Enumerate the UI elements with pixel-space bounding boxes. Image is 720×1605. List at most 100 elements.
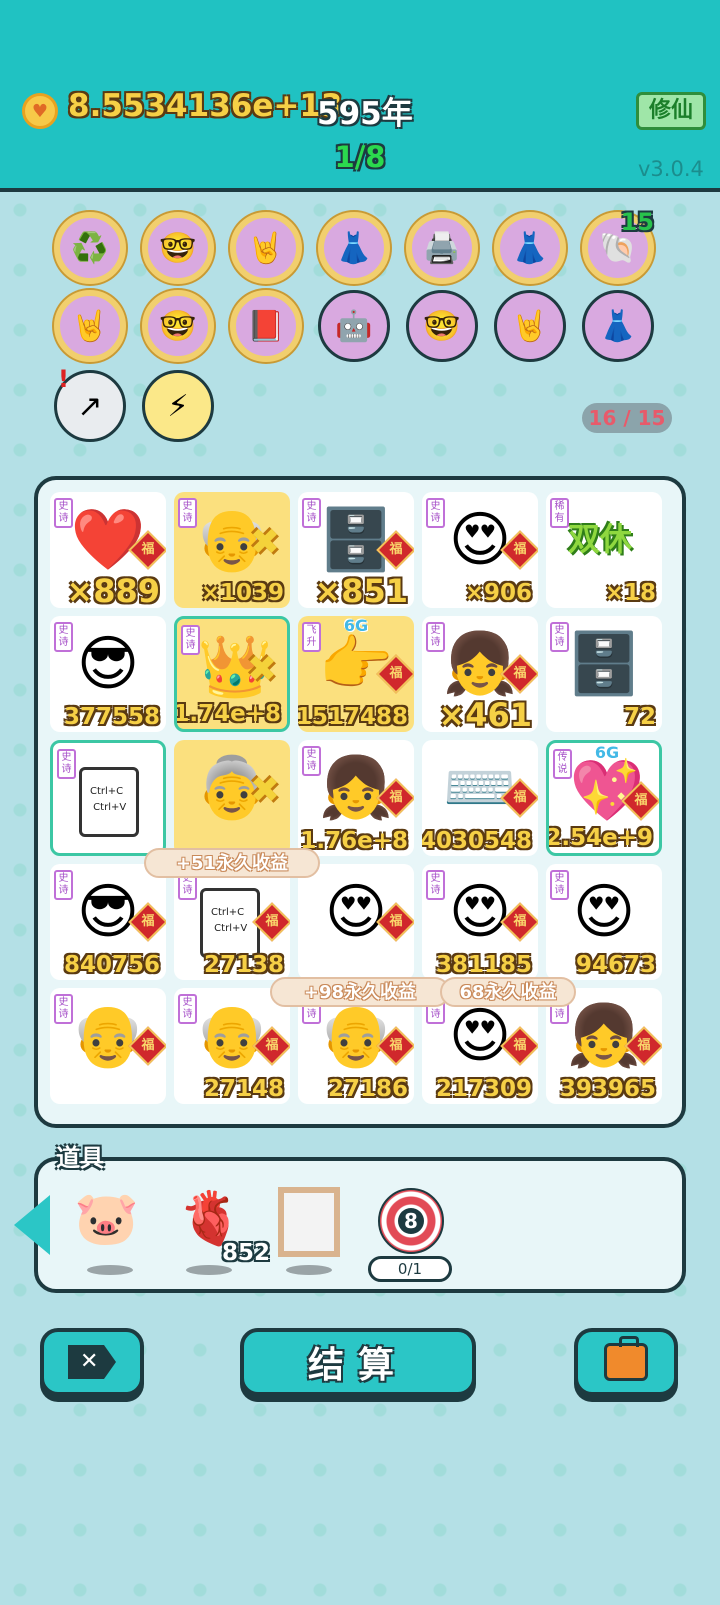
cell-value: 1.74e+8	[174, 701, 281, 727]
rarity-badge: 史诗	[54, 622, 73, 652]
board-cell[interactable]: 👑 ✖ 史诗 1.74e+8	[174, 616, 290, 732]
rarity-badge: 史诗	[181, 625, 200, 655]
rarity-badge: 飞升	[302, 622, 321, 652]
fortune-label: 福	[265, 1038, 279, 1053]
alert-icon: !	[58, 365, 69, 393]
board-cell[interactable]: 👴 ✖ 史诗 ×1039	[174, 492, 290, 608]
fortune-label: 福	[389, 1038, 403, 1053]
board-cell[interactable]: 😎 史诗 377558	[50, 616, 166, 732]
board-cell[interactable]: Ctrl+C Ctrl+V 史诗福 27138	[174, 864, 290, 980]
rarity-badge: 史诗	[54, 994, 73, 1024]
rarity-badge: 史诗	[178, 498, 197, 528]
skirt-icon[interactable]: 👗	[582, 290, 654, 362]
close-icon: ✕	[68, 1345, 116, 1379]
rarity-badge: 传说	[553, 749, 572, 779]
rock-hand-icon[interactable]: 🤘	[230, 212, 302, 284]
relic-stack-badge: 15	[620, 208, 654, 236]
board-cell[interactable]: 😍 福	[298, 864, 414, 980]
fortune-label: 福	[141, 914, 155, 929]
year-counter: 595年	[317, 96, 413, 132]
rarity-badge: 史诗	[426, 870, 445, 900]
coin-amount: 8.5534136e+13	[68, 88, 343, 124]
lightning-icon[interactable]: ⚡	[142, 370, 214, 442]
shell-icon[interactable]: 🐚 15	[582, 208, 654, 284]
board-cell[interactable]: 💖 6G 传说福 2.54e+9	[546, 740, 662, 856]
fortune-label: 福	[634, 793, 648, 808]
board-cell[interactable]: Ctrl+C Ctrl+V 史诗	[50, 740, 166, 856]
settle-button[interactable]: 结算	[240, 1328, 476, 1396]
picture-frame-icon[interactable]	[278, 1187, 340, 1257]
board-cell[interactable]: 🗄️ 史诗福 ×851	[298, 492, 414, 608]
xiuxian-button[interactable]: 修仙	[636, 92, 706, 130]
skirt-icon[interactable]: 👗	[318, 212, 390, 284]
cell-value: 27148	[203, 1076, 284, 1102]
cell-value: 94673	[575, 952, 656, 978]
board-cell[interactable]: 😎 史诗福 840756	[50, 864, 166, 980]
board-cell[interactable]: 👧 史诗福 ×461	[422, 616, 538, 732]
relic-counter: 16 / 15	[582, 403, 672, 433]
fortune-label: 福	[265, 914, 279, 929]
emoji-pile-icon[interactable]: 🤓	[142, 290, 214, 362]
inventory-button[interactable]	[574, 1328, 678, 1396]
rock-hand-icon[interactable]: 🤘	[54, 290, 126, 362]
cell-value: 2.54e+9	[546, 825, 653, 851]
item-count: 852	[222, 1240, 271, 1266]
briefcase-icon	[604, 1336, 648, 1381]
stage-progress: 1/8	[334, 140, 386, 174]
board-cell[interactable]: 👉 6G 飞升福 1517488	[298, 616, 414, 732]
rock-hand-icon[interactable]: 🤘	[494, 290, 566, 362]
board-cell[interactable]: 👴 史诗福 27148	[174, 988, 290, 1104]
target-count: 0/1	[368, 1256, 452, 1282]
fortune-label: 福	[389, 542, 403, 557]
scroll-left-icon[interactable]	[14, 1195, 50, 1255]
board-cell[interactable]: ❤️ 史诗福 ×889	[50, 492, 166, 608]
income-tooltip: 68永久收益	[440, 977, 576, 1007]
printer-icon[interactable]: 🖨️	[406, 212, 478, 284]
cross-mark-icon: ✖	[246, 649, 277, 690]
board-cell[interactable]: 😍 史诗福 ×906	[422, 492, 538, 608]
item-bar-title: 道具	[56, 1144, 104, 1172]
cell-value: 377558	[63, 704, 160, 730]
exit-button[interactable]: ✕	[40, 1328, 144, 1396]
cell-value: 840756	[63, 952, 160, 978]
rarity-badge: 史诗	[54, 870, 73, 900]
time-cover-icon[interactable]: 📕	[230, 290, 302, 362]
fortune-label: 福	[513, 914, 527, 929]
target-icon[interactable]: 8	[378, 1188, 444, 1254]
piggy-bank-icon[interactable]: 🐷	[74, 1188, 139, 1249]
board-cell[interactable]: 双休 稀有 ×18	[546, 492, 662, 608]
board-cell[interactable]: ⌨️福14030548	[422, 740, 538, 856]
rarity-badge: 史诗	[426, 622, 445, 652]
board-cell[interactable]: 👵 ✖	[174, 740, 290, 856]
cell-value: ×18	[604, 580, 656, 606]
board-cell[interactable]: 🗄️ 史诗 72	[546, 616, 662, 732]
coin-icon: ♥	[22, 93, 58, 129]
cell-value: 393965	[559, 1076, 656, 1102]
game-board: ❤️ 史诗福 ×889 👴 ✖ 史诗 ×1039 🗄️ 史诗福 ×851 😍 史诗福 ×906 双休 稀有 ×…	[34, 476, 686, 1128]
cell-value: 72	[623, 704, 656, 730]
recycle-icon[interactable]: ♻️	[54, 212, 126, 284]
robot-icon[interactable]: 🤖	[318, 290, 390, 362]
emoji-pile-icon[interactable]: 🤓	[142, 212, 214, 284]
board-cell[interactable]: 👴 史诗福	[50, 988, 166, 1104]
cell-value: 1517488	[298, 704, 408, 730]
rarity-badge: 史诗	[426, 498, 445, 528]
rarity-badge: 史诗	[550, 870, 569, 900]
copy-paste-card-icon: Ctrl+C Ctrl+V	[79, 767, 139, 837]
fortune-label: 福	[513, 542, 527, 557]
cell-value: 217309	[435, 1076, 532, 1102]
rarity-badge: 史诗	[302, 746, 321, 776]
board-cell[interactable]: 😍 史诗福 381185	[422, 864, 538, 980]
copy-paste-card-icon: Ctrl+C Ctrl+V	[200, 888, 260, 958]
cell-value: ×461	[438, 696, 532, 732]
cell-value: 14030548	[422, 828, 532, 854]
board-cell[interactable]: 👧 史诗福 1.76e+8	[298, 740, 414, 856]
cell-value: ×851	[314, 572, 408, 608]
skirt-icon[interactable]: 👗	[494, 212, 566, 284]
fortune-label: 福	[513, 1038, 527, 1053]
board-cell[interactable]: 😍 史诗 94673	[546, 864, 662, 980]
cell-value: ×1039	[200, 580, 284, 606]
emoji-pile-icon[interactable]: 🤓	[406, 290, 478, 362]
income-tooltip: +51永久收益	[144, 848, 320, 878]
rarity-badge: 史诗	[54, 498, 73, 528]
